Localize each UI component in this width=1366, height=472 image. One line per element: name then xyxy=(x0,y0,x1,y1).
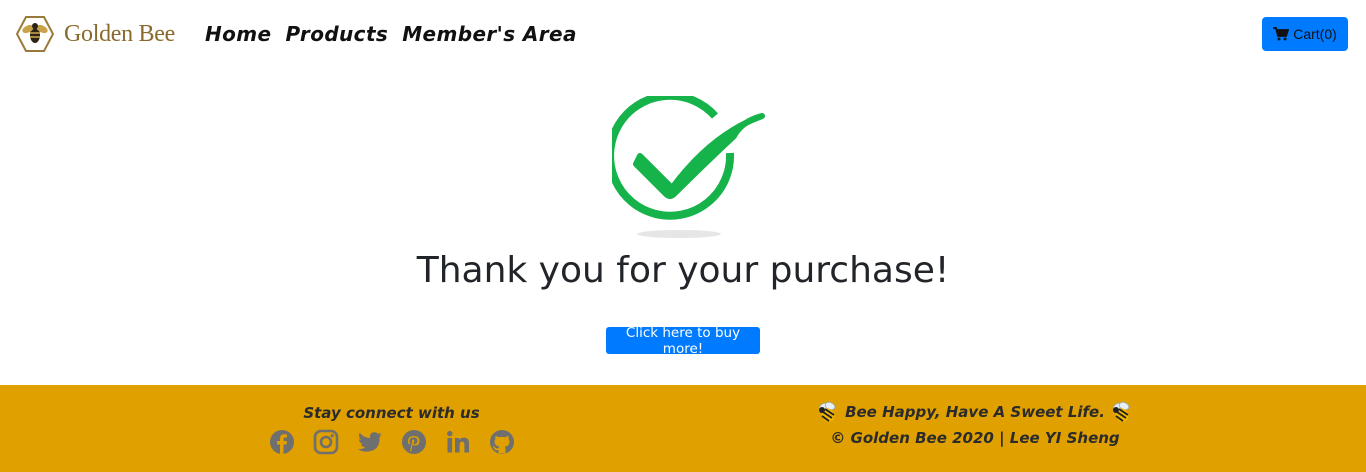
instagram-icon[interactable] xyxy=(313,429,339,455)
thank-you-heading: Thank you for your purchase! xyxy=(416,250,950,291)
bee-logo-icon xyxy=(16,16,54,52)
navbar: Golden Bee Home Products Member's Area C… xyxy=(0,0,1366,68)
copyright-text: © Golden Bee 2020 | Lee YI Sheng xyxy=(830,429,1120,447)
facebook-icon[interactable] xyxy=(269,429,295,455)
brand-link[interactable]: Golden Bee xyxy=(16,15,175,53)
tagline-text: Bee Happy, Have A Sweet Life. xyxy=(845,403,1105,421)
pinterest-icon[interactable] xyxy=(401,429,427,455)
shopping-cart-icon xyxy=(1273,27,1290,41)
success-check-icon xyxy=(612,96,765,238)
tagline-row: Bee Happy, Have A Sweet Life. xyxy=(780,399,1170,425)
nav-link-home[interactable]: Home xyxy=(205,18,271,50)
stay-connected-text: Stay connect with us xyxy=(303,404,480,422)
linkedin-icon[interactable] xyxy=(445,429,471,455)
buy-more-button[interactable]: Click here to buy more! xyxy=(606,325,760,357)
footer-tagline-section: Bee Happy, Have A Sweet Life. © Golden B… xyxy=(780,399,1170,451)
cart-label: Cart(0) xyxy=(1293,26,1337,42)
cart-button[interactable]: Cart(0) xyxy=(1262,17,1348,51)
twitter-icon[interactable] xyxy=(357,429,383,455)
github-icon[interactable] xyxy=(489,429,515,455)
nav-links: Home Products Member's Area xyxy=(205,18,591,50)
bee-icon xyxy=(818,401,836,422)
brand-name: Golden Bee xyxy=(64,21,175,47)
social-links xyxy=(254,429,529,455)
nav-link-members-area[interactable]: Member's Area xyxy=(402,18,577,50)
nav-link-products[interactable]: Products xyxy=(285,18,388,50)
bee-icon xyxy=(1112,401,1130,422)
footer-social-section: Stay connect with us xyxy=(254,403,529,455)
footer: Stay connect with us Bee Happy, Have A S… xyxy=(0,385,1366,472)
